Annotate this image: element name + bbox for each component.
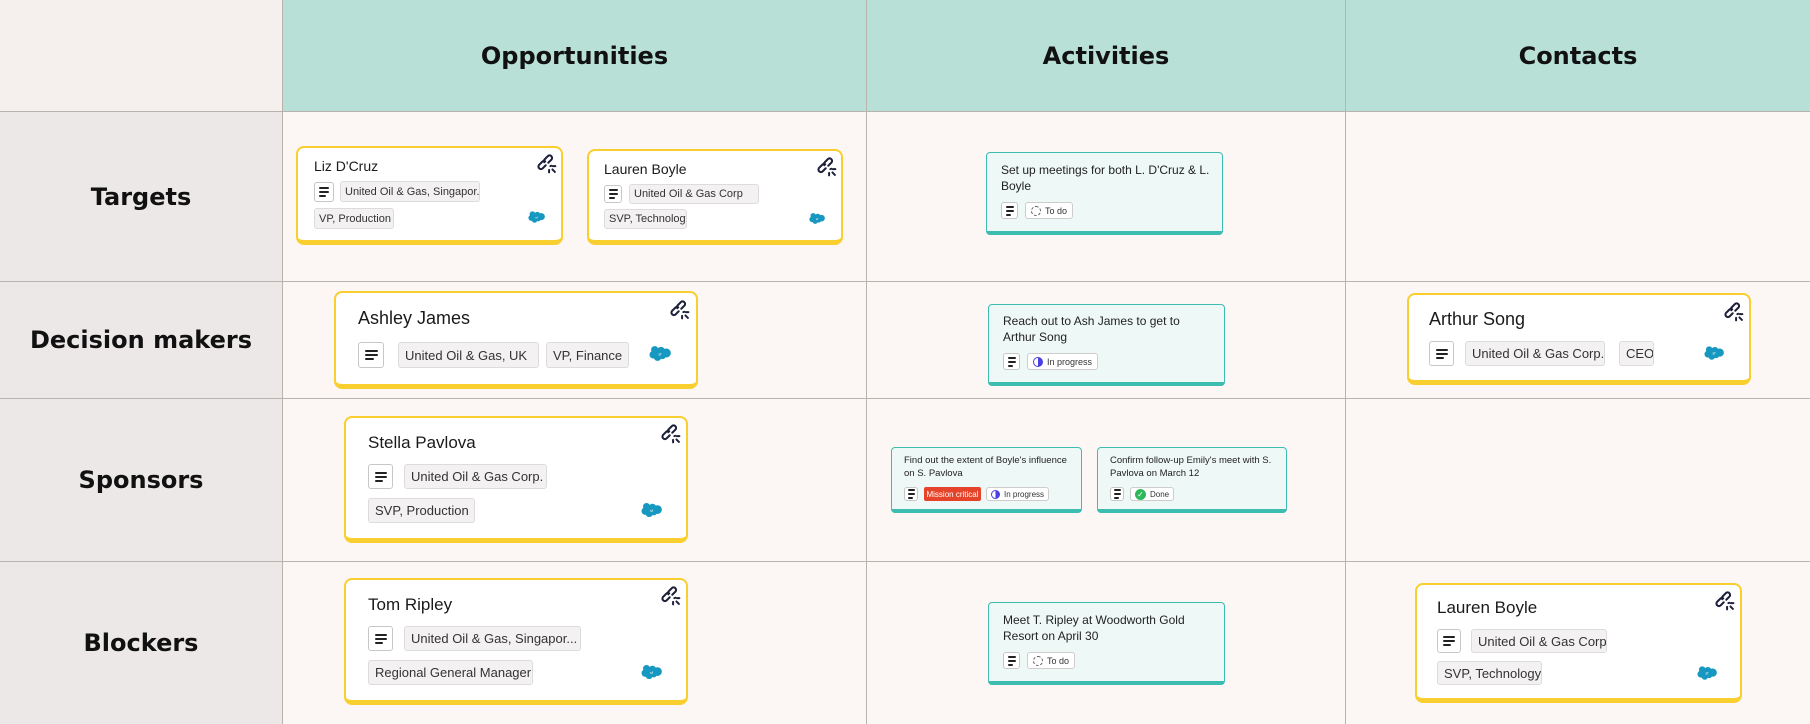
description-icon[interactable]	[604, 185, 622, 203]
cell-targets-contacts	[1346, 112, 1810, 282]
unlink-icon[interactable]	[661, 424, 681, 444]
salesforce-icon	[1697, 666, 1717, 680]
unlink-icon[interactable]	[1715, 591, 1735, 611]
status-badge[interactable]: In progress	[986, 487, 1050, 501]
row-title: Sponsors	[78, 466, 204, 494]
company-tag: United Oil & Gas Corp	[1471, 629, 1607, 653]
salesforce-icon	[809, 213, 825, 224]
contact-card[interactable]: Stella Pavlova United Oil & Gas Corp. SV…	[344, 416, 688, 543]
column-header-contacts[interactable]: Contacts	[1346, 0, 1810, 112]
contact-name: Lauren Boyle	[1437, 598, 1538, 617]
unlink-icon[interactable]	[537, 154, 557, 174]
salesforce-icon	[641, 665, 662, 679]
contact-name: Liz D'Cruz	[314, 158, 379, 174]
contact-name: Ashley James	[358, 308, 471, 328]
column-title: Contacts	[1518, 41, 1638, 70]
column-title: Activities	[1042, 41, 1170, 70]
status-in-progress-icon	[1033, 356, 1043, 367]
contact-name: Stella Pavlova	[368, 433, 476, 452]
job-title-tag: SVP, Technology	[1437, 661, 1542, 685]
status-badge[interactable]: To do	[1027, 652, 1076, 669]
activity-card[interactable]: Reach out to Ash James to get to Arthur …	[988, 304, 1225, 386]
activity-card[interactable]: Meet T. Ripley at Woodworth Gold Resort …	[988, 602, 1225, 685]
row-header-blockers[interactable]: Blockers	[0, 562, 283, 724]
contact-name: Tom Ripley	[368, 595, 453, 614]
status-label: To do	[1047, 655, 1070, 666]
salesforce-icon	[649, 346, 671, 361]
company-tag: United Oil & Gas Corp.	[1465, 341, 1605, 366]
row-title: Blockers	[83, 629, 199, 657]
contact-name: Arthur Song	[1429, 309, 1526, 329]
unlink-icon[interactable]	[670, 300, 690, 320]
unlink-icon[interactable]	[661, 586, 681, 606]
status-label: In progress	[1047, 356, 1093, 367]
account-planning-board: Opportunities Activities Contacts Target…	[0, 0, 1810, 724]
description-icon[interactable]	[368, 464, 393, 489]
mission-critical-badge[interactable]: Mission critical	[924, 487, 981, 501]
cell-sponsors-contacts	[1346, 399, 1810, 562]
description-icon[interactable]	[358, 342, 384, 368]
description-icon[interactable]	[1429, 341, 1454, 366]
description-icon[interactable]	[314, 182, 334, 202]
status-todo-icon	[1033, 655, 1043, 666]
company-tag: United Oil & Gas, Singapor...	[340, 181, 480, 202]
activity-card[interactable]: Confirm follow-up Emily's meet with S. P…	[1097, 447, 1287, 513]
description-icon[interactable]	[1437, 629, 1461, 653]
row-header-sponsors[interactable]: Sponsors	[0, 399, 283, 562]
status-label: To do	[1045, 205, 1068, 216]
description-icon[interactable]	[1110, 487, 1124, 501]
description-icon[interactable]	[1003, 652, 1020, 669]
activity-text: Reach out to Ash James to get to Arthur …	[1003, 314, 1180, 345]
salesforce-icon	[528, 211, 545, 223]
column-header-activities[interactable]: Activities	[867, 0, 1346, 112]
contact-card[interactable]: Lauren Boyle United Oil & Gas Corp SVP, …	[587, 149, 843, 245]
job-title-tag: VP, Production	[314, 208, 394, 229]
description-icon[interactable]	[1001, 202, 1018, 219]
description-icon[interactable]	[1003, 353, 1020, 370]
contact-card[interactable]: Tom Ripley United Oil & Gas, Singapor...…	[344, 578, 688, 705]
company-tag: United Oil & Gas, UK	[398, 342, 539, 368]
company-tag: United Oil & Gas, Singapor...	[404, 626, 581, 651]
unlink-icon[interactable]	[1724, 302, 1744, 322]
column-title: Opportunities	[480, 41, 669, 70]
job-title-tag: VP, Finance	[546, 342, 629, 368]
board-corner	[0, 0, 283, 112]
contact-card[interactable]: Liz D'Cruz United Oil & Gas, Singapor...…	[296, 146, 563, 245]
job-title-tag: CEO	[1619, 341, 1654, 366]
salesforce-icon	[1704, 346, 1724, 360]
row-header-decision-makers[interactable]: Decision makers	[0, 282, 283, 399]
status-badge[interactable]: To do	[1025, 202, 1074, 219]
status-done-icon	[1135, 488, 1146, 500]
status-badge[interactable]: In progress	[1027, 353, 1099, 370]
status-in-progress-icon	[991, 489, 1000, 499]
status-todo-icon	[1031, 205, 1041, 216]
contact-card[interactable]: Arthur Song United Oil & Gas Corp. CEO	[1407, 293, 1751, 385]
status-badge[interactable]: Done	[1130, 487, 1175, 501]
row-header-targets[interactable]: Targets	[0, 112, 283, 282]
activity-card[interactable]: Set up meetings for both L. D'Cruz & L. …	[986, 152, 1223, 235]
activity-text: Set up meetings for both L. D'Cruz & L. …	[1001, 163, 1210, 194]
row-title: Targets	[90, 182, 192, 211]
column-header-opportunities[interactable]: Opportunities	[283, 0, 867, 112]
description-icon[interactable]	[368, 626, 393, 651]
activity-card[interactable]: Find out the extent of Boyle's influence…	[891, 447, 1082, 513]
job-title-tag: SVP, Production	[368, 498, 475, 523]
activity-text: Meet T. Ripley at Woodworth Gold Resort …	[1003, 613, 1185, 644]
contact-name: Lauren Boyle	[604, 161, 687, 177]
activity-text: Confirm follow-up Emily's meet with S. P…	[1110, 455, 1272, 479]
job-title-tag: Regional General Manager	[368, 660, 533, 685]
company-tag: United Oil & Gas Corp.	[404, 464, 547, 489]
job-title-tag: SVP, Technology	[604, 209, 687, 229]
company-tag: United Oil & Gas Corp	[629, 184, 759, 204]
activity-text: Find out the extent of Boyle's influence…	[904, 455, 1067, 479]
contact-card[interactable]: Lauren Boyle United Oil & Gas Corp SVP, …	[1415, 583, 1742, 703]
description-icon[interactable]	[904, 487, 918, 501]
row-title: Decision makers	[29, 326, 252, 354]
status-label: Done	[1150, 489, 1170, 499]
salesforce-icon	[641, 503, 662, 517]
unlink-icon[interactable]	[817, 157, 837, 177]
status-label: In progress	[1004, 489, 1045, 499]
contact-card[interactable]: Ashley James United Oil & Gas, UK VP, Fi…	[334, 291, 698, 389]
